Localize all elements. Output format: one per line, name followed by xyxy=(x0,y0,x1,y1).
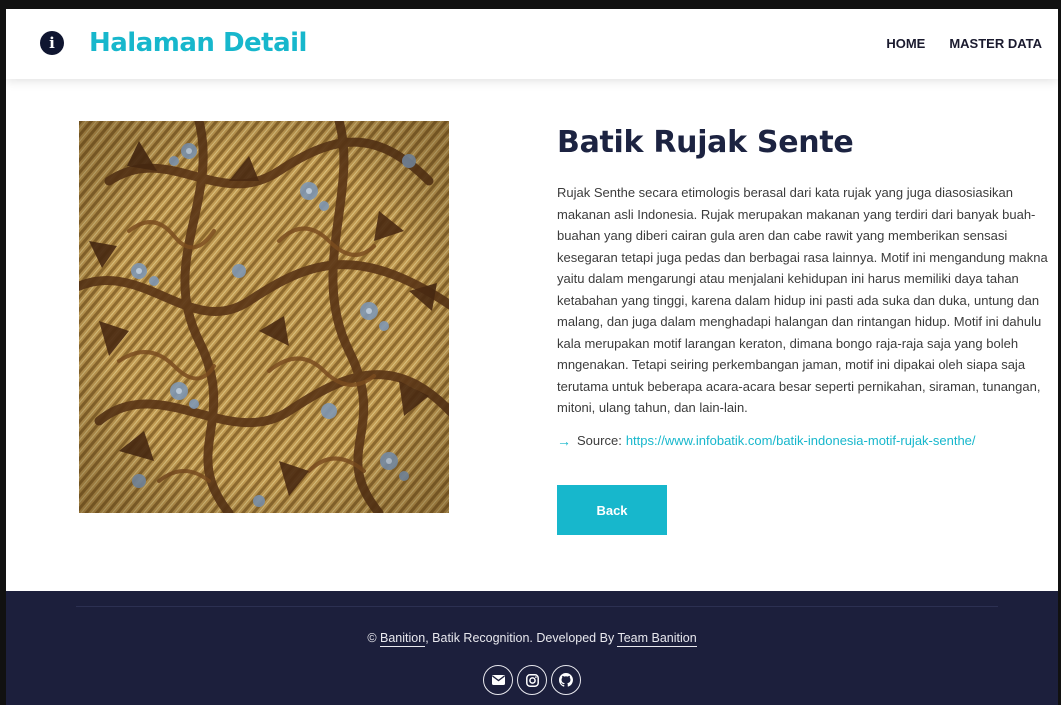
source-line: → Source: https://www.infobatik.com/bati… xyxy=(557,433,1057,449)
envelope-icon[interactable] xyxy=(483,665,513,695)
footer-copyright: © Banition, Batik Recognition. Developed… xyxy=(6,631,1058,647)
page-title: Halaman Detail xyxy=(89,28,307,58)
footer-divider xyxy=(76,606,998,607)
info-circle-icon: i xyxy=(40,31,64,55)
detail-content: Batik Rujak Sente Rujak Senthe secara et… xyxy=(557,121,1057,535)
footer-middle-text: , Batik Recognition. Developed By xyxy=(425,631,615,645)
team-banition-link[interactable]: Team Banition xyxy=(617,631,697,647)
brand[interactable]: i Halaman Detail xyxy=(40,28,307,58)
batik-description: Rujak Senthe secara etimologis berasal d… xyxy=(557,185,1048,415)
copyright-symbol: © xyxy=(367,631,377,645)
nav-menu: HOME MASTER DATA xyxy=(886,36,1042,51)
nav-master-data-link[interactable]: MASTER DATA xyxy=(949,36,1042,51)
social-links xyxy=(6,665,1058,695)
nav-home-link[interactable]: HOME xyxy=(886,36,925,51)
banition-link[interactable]: Banition xyxy=(380,631,426,647)
batik-image xyxy=(79,121,449,513)
navbar: i Halaman Detail HOME MASTER DATA xyxy=(6,9,1058,79)
arrow-right-icon: → xyxy=(557,432,571,449)
footer: © Banition, Batik Recognition. Developed… xyxy=(6,591,1058,705)
back-button[interactable]: Back xyxy=(557,485,667,535)
batik-title: Batik Rujak Sente xyxy=(557,125,854,160)
page-frame: i Halaman Detail HOME MASTER DATA Batik … xyxy=(6,9,1058,705)
source-label: Source: xyxy=(577,433,622,448)
source-link[interactable]: https://www.infobatik.com/batik-indonesi… xyxy=(626,433,976,448)
github-icon[interactable] xyxy=(551,665,581,695)
instagram-icon[interactable] xyxy=(517,665,547,695)
